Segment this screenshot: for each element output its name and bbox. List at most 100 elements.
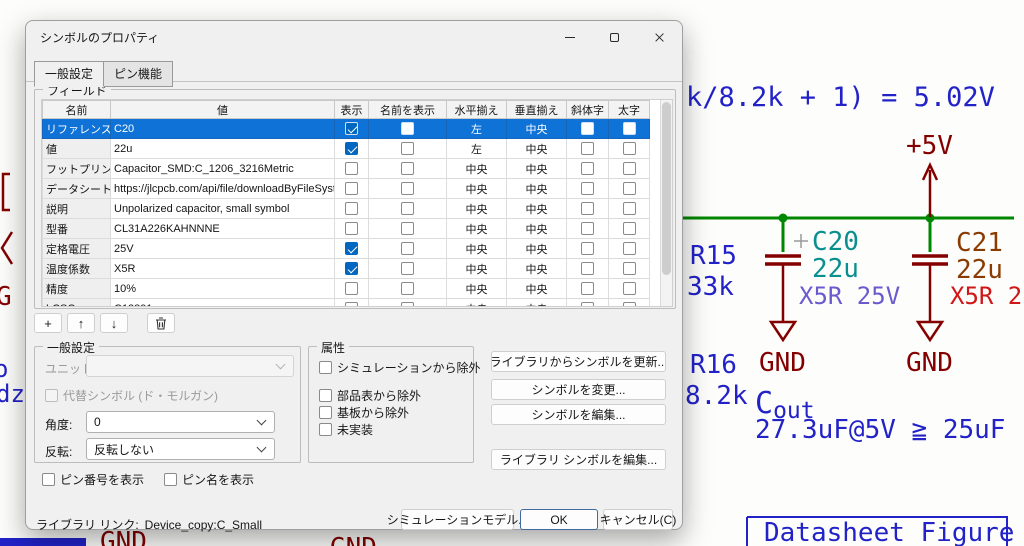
show-checkbox[interactable] bbox=[345, 142, 358, 155]
show-checkbox[interactable] bbox=[345, 242, 358, 255]
field-bold-cell[interactable] bbox=[609, 119, 650, 139]
field-show-cell[interactable] bbox=[335, 139, 369, 159]
field-valign-cell[interactable]: 中央 bbox=[507, 159, 567, 179]
gnd-symbol-c20[interactable] bbox=[771, 322, 795, 340]
field-halign-cell[interactable]: 中央 bbox=[447, 279, 507, 299]
ok-button[interactable]: OK bbox=[520, 509, 598, 530]
show-checkbox[interactable] bbox=[345, 162, 358, 175]
field-italic-cell[interactable] bbox=[567, 239, 609, 259]
field-name-cell[interactable]: フットプリント bbox=[43, 159, 111, 179]
field-value-cell[interactable]: CL31A226KAHNNNE bbox=[111, 219, 335, 239]
field-bold-cell[interactable] bbox=[609, 299, 650, 308]
field-bold-cell[interactable] bbox=[609, 199, 650, 219]
field-name-cell[interactable]: 説明 bbox=[43, 199, 111, 219]
field-name-cell[interactable]: LCSC bbox=[43, 299, 111, 308]
gnd-label-bottom-center[interactable]: GND bbox=[330, 535, 377, 546]
field-italic-cell[interactable] bbox=[567, 159, 609, 179]
gnd-label-c21[interactable]: GND bbox=[906, 350, 953, 376]
exclude-from-bom-checkbox[interactable] bbox=[319, 389, 332, 402]
field-show-cell[interactable] bbox=[335, 299, 369, 308]
dnp-option[interactable]: 未実装 bbox=[319, 421, 373, 438]
field-valign-cell[interactable]: 中央 bbox=[507, 199, 567, 219]
bold-checkbox[interactable] bbox=[623, 302, 636, 307]
move-field-up-button[interactable]: ↑ bbox=[67, 313, 95, 333]
cancel-button[interactable]: キャンセル(C) bbox=[603, 509, 673, 530]
show-checkbox[interactable] bbox=[345, 222, 358, 235]
c21-extra-field[interactable]: X5R 25V bbox=[950, 284, 1024, 308]
bold-checkbox[interactable] bbox=[623, 202, 636, 215]
dialog-titlebar[interactable]: シンボルのプロパティ bbox=[26, 21, 682, 53]
field-valign-cell[interactable]: 中央 bbox=[507, 219, 567, 239]
column-header[interactable]: 値 bbox=[111, 101, 335, 119]
bold-checkbox[interactable] bbox=[623, 162, 636, 175]
bold-checkbox[interactable] bbox=[623, 242, 636, 255]
field-row[interactable]: 値 22u 左 中央 bbox=[43, 139, 650, 159]
italic-checkbox[interactable] bbox=[581, 182, 594, 195]
field-bold-cell[interactable] bbox=[609, 239, 650, 259]
show-pin-names-checkbox[interactable] bbox=[164, 473, 177, 486]
italic-checkbox[interactable] bbox=[581, 242, 594, 255]
italic-checkbox[interactable] bbox=[581, 202, 594, 215]
field-valign-cell[interactable]: 中央 bbox=[507, 259, 567, 279]
close-button[interactable] bbox=[637, 21, 682, 53]
field-row[interactable]: 温度係数 X5R 中央 中央 bbox=[43, 259, 650, 279]
edit-symbol-button[interactable]: シンボルを編集... bbox=[491, 404, 666, 425]
exclude-from-sim-checkbox[interactable] bbox=[319, 361, 332, 374]
delete-field-button[interactable] bbox=[147, 313, 175, 333]
tab-general[interactable]: 一般設定 bbox=[34, 61, 104, 87]
show-checkbox[interactable] bbox=[345, 262, 358, 275]
field-halign-cell[interactable]: 中央 bbox=[447, 219, 507, 239]
italic-checkbox[interactable] bbox=[581, 262, 594, 275]
field-valign-cell[interactable]: 中央 bbox=[507, 179, 567, 199]
field-show-name-cell[interactable] bbox=[369, 179, 447, 199]
field-row[interactable]: LCSC C12891 中央 中央 bbox=[43, 299, 650, 308]
capacitor-c21-symbol[interactable] bbox=[912, 256, 948, 322]
scrollbar-thumb[interactable] bbox=[662, 102, 671, 275]
tab-pin-functions[interactable]: ピン機能 bbox=[103, 61, 173, 87]
capacitor-c20-symbol[interactable] bbox=[765, 256, 801, 322]
c20-value[interactable]: 22u bbox=[812, 256, 859, 282]
italic-checkbox[interactable] bbox=[581, 122, 594, 135]
field-halign-cell[interactable]: 左 bbox=[447, 119, 507, 139]
field-show-cell[interactable] bbox=[335, 259, 369, 279]
exclude-from-board-option[interactable]: 基板から除外 bbox=[319, 404, 409, 421]
show-name-checkbox[interactable] bbox=[401, 162, 414, 175]
field-halign-cell[interactable]: 中央 bbox=[447, 299, 507, 308]
field-show-name-cell[interactable] bbox=[369, 219, 447, 239]
field-halign-cell[interactable]: 中央 bbox=[447, 239, 507, 259]
field-value-cell[interactable]: C12891 bbox=[111, 299, 335, 308]
show-name-checkbox[interactable] bbox=[401, 122, 414, 135]
field-show-cell[interactable] bbox=[335, 199, 369, 219]
plus5v-power-symbol[interactable] bbox=[923, 165, 937, 217]
field-italic-cell[interactable] bbox=[567, 279, 609, 299]
field-row[interactable]: 定格電圧 25V 中央 中央 bbox=[43, 239, 650, 259]
italic-checkbox[interactable] bbox=[581, 162, 594, 175]
field-italic-cell[interactable] bbox=[567, 119, 609, 139]
bold-checkbox[interactable] bbox=[623, 122, 636, 135]
field-value-cell[interactable]: https://jlcpcb.com/api/file/downloadByFi… bbox=[111, 179, 335, 199]
column-header[interactable]: 斜体字 bbox=[567, 101, 609, 119]
update-symbol-from-library-button[interactable]: ライブラリからシンボルを更新... bbox=[491, 351, 666, 372]
c21-value[interactable]: 22u bbox=[956, 257, 1003, 283]
alt-symbol-option[interactable]: 代替シンボル (ド・モルガン) bbox=[45, 387, 218, 404]
move-field-down-button[interactable]: ↓ bbox=[100, 313, 128, 333]
field-name-cell[interactable]: 精度 bbox=[43, 279, 111, 299]
column-header[interactable]: 水平揃え bbox=[447, 101, 507, 119]
field-value-cell[interactable]: X5R bbox=[111, 259, 335, 279]
italic-checkbox[interactable] bbox=[581, 282, 594, 295]
bold-checkbox[interactable] bbox=[623, 182, 636, 195]
show-checkbox[interactable] bbox=[345, 182, 358, 195]
field-row[interactable]: フットプリント Capacitor_SMD:C_1206_3216Metric … bbox=[43, 159, 650, 179]
formula-annotation[interactable]: k/8.2k + 1) = 5.02V bbox=[686, 84, 995, 111]
field-valign-cell[interactable]: 中央 bbox=[507, 139, 567, 159]
field-bold-cell[interactable] bbox=[609, 139, 650, 159]
field-row[interactable]: 精度 10% 中央 中央 bbox=[43, 279, 650, 299]
field-show-cell[interactable] bbox=[335, 279, 369, 299]
field-value-cell[interactable]: 10% bbox=[111, 279, 335, 299]
field-italic-cell[interactable] bbox=[567, 259, 609, 279]
show-name-checkbox[interactable] bbox=[401, 202, 414, 215]
exclude-from-sim-option[interactable]: シミュレーションから除外 bbox=[319, 359, 481, 376]
minimize-button[interactable] bbox=[547, 21, 592, 53]
bold-checkbox[interactable] bbox=[623, 262, 636, 275]
angle-select[interactable]: 0 bbox=[86, 411, 275, 433]
